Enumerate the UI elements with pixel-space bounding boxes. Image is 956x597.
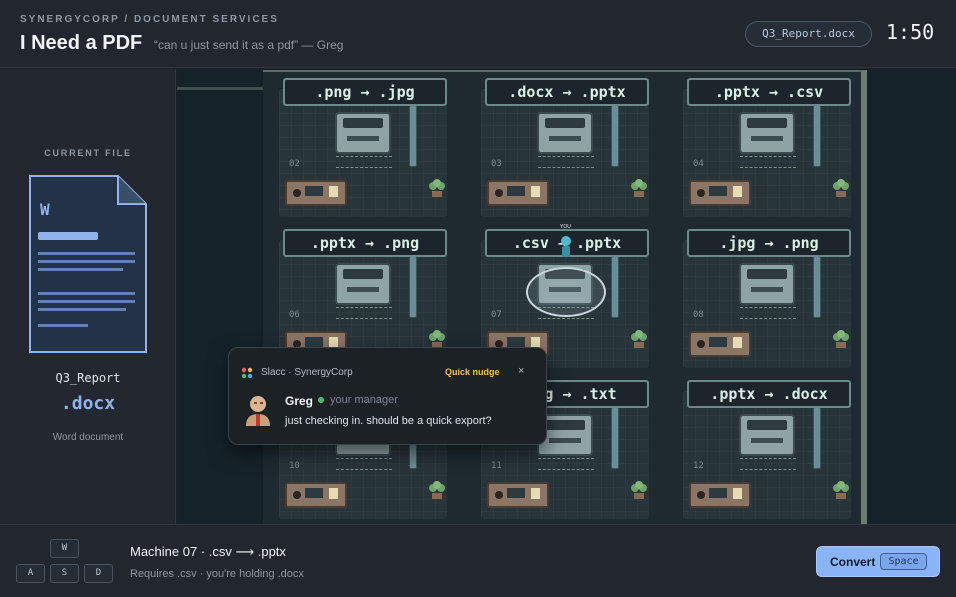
convert-button[interactable]: Convert Space	[816, 546, 940, 577]
selected-machine-title: Machine 07 · .csv ⟶ .pptx	[130, 544, 286, 559]
footer-bar: W A S D Machine 07 · .csv ⟶ .pptx Requir…	[0, 524, 956, 597]
countdown-timer: 1:50	[886, 20, 935, 44]
desk	[689, 331, 751, 357]
key-w: W	[50, 539, 79, 558]
corridor	[177, 87, 263, 90]
drop-zone	[740, 307, 796, 319]
breadcrumb: SYNERGYCORP / DOCUMENT SERVICES	[20, 14, 279, 25]
drop-zone	[336, 458, 392, 470]
word-document-icon: W	[29, 175, 147, 353]
pipe	[813, 256, 821, 318]
level-quote: “can u just send it as a pdf” — Greg	[154, 38, 344, 52]
header-bar: SYNERGYCORP / DOCUMENT SERVICES I Need a…	[0, 0, 956, 68]
drop-zone	[740, 458, 796, 470]
conversion-sign: .docx → .pptx	[485, 78, 649, 106]
chat-message: just checking in. should be a quick expo…	[285, 415, 492, 427]
pipe	[409, 256, 417, 318]
pipe	[813, 105, 821, 167]
pipe	[611, 407, 619, 469]
desk	[285, 180, 347, 206]
chat-notification[interactable]: Slacc · SynergyCorp Quick nudge × Greg y…	[228, 347, 547, 445]
desk	[487, 482, 549, 508]
desk	[285, 482, 347, 508]
converter-machine[interactable]	[739, 112, 795, 154]
key-s: S	[50, 564, 79, 583]
plant-icon	[833, 179, 849, 197]
conversion-sign: .pptx → .docx	[687, 380, 851, 408]
office-floor-map: 02 .png → .jpg 03 .docx → .pptx 04 .pptx → .c…	[177, 69, 956, 524]
desk	[689, 180, 751, 206]
station-number: 02	[289, 159, 300, 169]
file-extension: .docx	[60, 393, 116, 414]
conversion-sign: .pptx → .png	[283, 229, 447, 257]
converter-machine[interactable]	[739, 263, 795, 305]
pipe	[409, 105, 417, 167]
plant-icon	[631, 179, 647, 197]
current-file-label: CURRENT FILE	[44, 148, 132, 158]
plant-icon	[631, 481, 647, 499]
conversion-sign: .pptx → .csv	[687, 78, 851, 106]
station-number: 03	[491, 159, 502, 169]
avatar	[246, 396, 270, 426]
space-key-hint: Space	[880, 553, 927, 570]
station-number: 10	[289, 461, 300, 471]
drop-zone	[740, 156, 796, 168]
player-character[interactable]	[559, 235, 573, 259]
chat-sender: Greg	[285, 394, 314, 408]
nudge-badge: Quick nudge	[445, 367, 500, 377]
converter-machine[interactable]	[739, 414, 795, 456]
plant-icon	[833, 330, 849, 348]
pipe	[611, 105, 619, 167]
online-status-icon	[318, 397, 324, 403]
station-number: 06	[289, 310, 300, 320]
converter-machine[interactable]	[335, 112, 391, 154]
current-file-panel: CURRENT FILE W Q3_Report .docx Word docu…	[0, 69, 176, 524]
drop-zone	[538, 458, 594, 470]
plant-icon	[429, 330, 445, 348]
drop-zone	[538, 156, 594, 168]
file-name: Q3_Report	[55, 371, 121, 385]
convert-label: Convert	[830, 555, 876, 569]
player-highlight-ring	[526, 267, 606, 317]
plant-icon	[429, 179, 445, 197]
chat-app-name: Slacc · SynergyCorp	[261, 367, 353, 378]
converter-machine[interactable]	[537, 112, 593, 154]
slacc-logo-icon	[241, 367, 253, 379]
station-number: 07	[491, 310, 502, 320]
plant-icon	[631, 330, 647, 348]
drop-zone	[336, 307, 392, 319]
plant-icon	[833, 481, 849, 499]
close-icon[interactable]: ×	[518, 365, 524, 377]
page-title: I Need a PDF	[20, 32, 143, 54]
station-number: 04	[693, 159, 704, 169]
machine-requirement: Requires .csv · you're holding .docx	[130, 568, 304, 580]
current-file-chip: Q3_Report.docx	[745, 21, 872, 47]
game-screen: SYNERGYCORP / DOCUMENT SERVICES I Need a…	[0, 0, 956, 597]
desk	[487, 180, 549, 206]
key-a: A	[16, 564, 45, 583]
pipe	[813, 407, 821, 469]
key-d: D	[84, 564, 113, 583]
plant-icon	[429, 481, 445, 499]
conversion-sign: .png → .jpg	[283, 78, 447, 106]
pipe	[611, 256, 619, 318]
chat-sender-role: your manager	[330, 394, 398, 406]
station-number: 11	[491, 461, 502, 471]
drop-zone	[336, 156, 392, 168]
station-number: 08	[693, 310, 704, 320]
station-number: 12	[693, 461, 704, 471]
player-tag: YOU	[560, 224, 571, 230]
desk	[689, 482, 751, 508]
file-type: Word document	[52, 432, 124, 443]
conversion-sign: .jpg → .png	[687, 229, 851, 257]
doc-letter: W	[40, 200, 50, 219]
converter-machine[interactable]	[335, 263, 391, 305]
